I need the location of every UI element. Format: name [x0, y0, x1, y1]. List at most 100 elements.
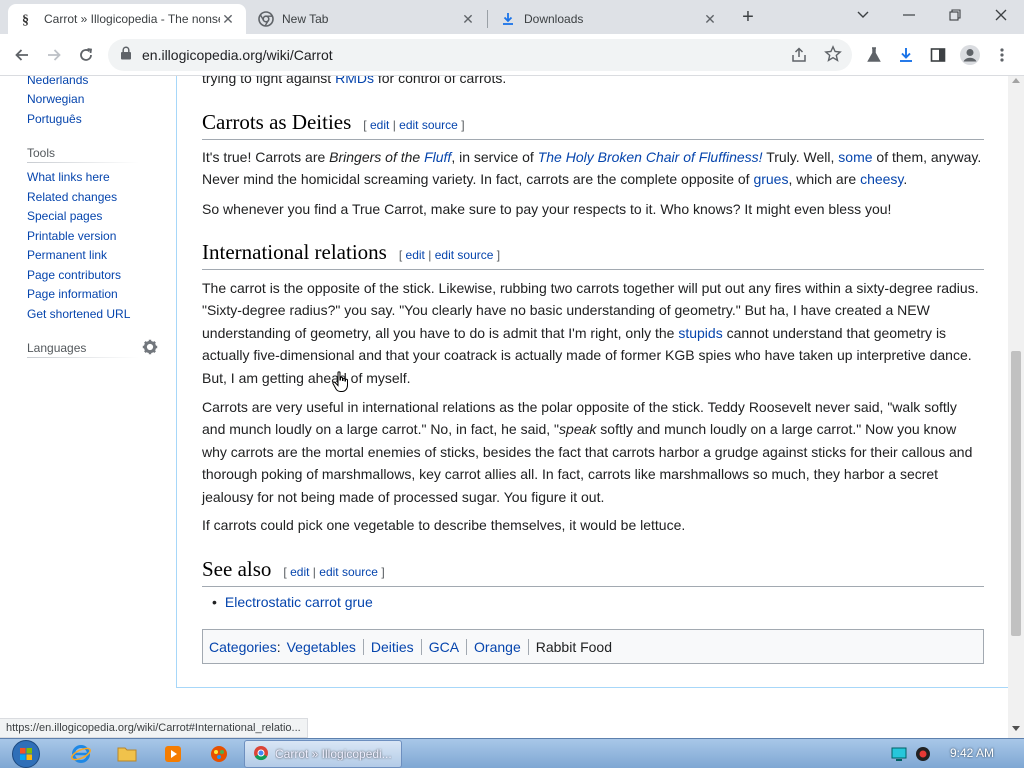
bracket: [ [283, 565, 287, 579]
categories-label-link[interactable]: Categories [209, 639, 277, 655]
link-holy-broken-chair[interactable]: The Holy Broken Chair of Fluffiness! [538, 149, 763, 165]
sidebar-item-printable-version[interactable]: Printable version [27, 229, 116, 243]
paragraph-fragment: trying to fight against RMDs for control… [202, 76, 984, 89]
sidebar-item-page-contributors[interactable]: Page contributors [27, 268, 121, 282]
category-orange[interactable]: Orange [474, 639, 521, 655]
close-window-button[interactable] [978, 0, 1024, 30]
paragraph-deities-2: So whenever you find a True Carrot, make… [202, 201, 892, 217]
edit-source-link[interactable]: edit source [399, 118, 458, 132]
tab-title: Carrot » Illogicopedia - The nonsensical… [44, 12, 220, 26]
heading-see-also: See also [ edit | edit source ] [202, 557, 984, 587]
page-viewport: Nederlands Norwegian Português Tools Wha… [0, 76, 1024, 738]
sidebar-heading-languages: Languages [27, 341, 87, 355]
forward-button[interactable] [40, 41, 68, 69]
text: , which are [788, 171, 861, 188]
sidebar-item-page-information[interactable]: Page information [27, 287, 118, 301]
category-vegetables[interactable]: Vegetables [287, 639, 356, 655]
minimize-button[interactable] [886, 0, 932, 30]
category-separator [527, 638, 529, 655]
back-button[interactable] [8, 41, 36, 69]
category-gca[interactable]: GCA [429, 639, 459, 655]
link-cheesy[interactable]: cheesy [860, 171, 903, 187]
tab-new-tab[interactable]: New Tab ✕ [246, 4, 486, 34]
sidebar-link-nederlands[interactable]: Nederlands [27, 76, 88, 87]
display-tray-icon[interactable] [891, 746, 907, 762]
bookmark-star-icon[interactable] [824, 45, 842, 68]
tab-downloads[interactable]: Downloads ✕ [488, 4, 728, 34]
new-tab-button[interactable]: + [736, 6, 760, 30]
vertical-scrollbar[interactable] [1008, 76, 1024, 738]
system-clock[interactable]: 9:42 AM [950, 746, 994, 760]
internet-explorer-icon[interactable] [68, 742, 94, 766]
tab-search-icon[interactable] [840, 0, 886, 30]
hand-cursor-icon [332, 371, 348, 392]
taskbar-item-title: Carrot » Illogicopedi... [275, 747, 392, 761]
sidebar-item-related-changes[interactable]: Related changes [27, 190, 117, 204]
link-some[interactable]: some [838, 149, 872, 165]
edit-link[interactable]: edit [290, 565, 309, 579]
heading-text: International relations [202, 240, 387, 264]
recording-tray-icon[interactable] [915, 746, 931, 762]
bracket: ] [496, 248, 501, 262]
address-bar[interactable]: en.illogicopedia.org/wiki/Carrot [108, 39, 852, 71]
category-rabbit-food[interactable]: Rabbit Food [536, 639, 612, 655]
text: Truly. Well, [762, 149, 839, 165]
sidebar-item-what-links-here[interactable]: What links here [27, 170, 110, 184]
edit-source-link[interactable]: edit source [319, 565, 378, 579]
taskbar-item-chrome[interactable]: Carrot » Illogicopedi... [244, 740, 402, 768]
text: , in service of [451, 149, 538, 165]
svg-text:§: § [22, 13, 29, 27]
sidebar-item-special-pages[interactable]: Special pages [27, 209, 102, 223]
edit-link[interactable]: edit [406, 248, 425, 262]
text: It's true! Carrots are [202, 149, 330, 165]
bracket: ] [381, 565, 385, 579]
link-stupids[interactable]: stupids [678, 325, 722, 341]
close-icon[interactable]: ✕ [702, 11, 718, 27]
tab-title: New Tab [282, 12, 329, 26]
profile-avatar-icon[interactable] [956, 41, 984, 69]
close-icon[interactable]: ✕ [460, 11, 476, 27]
sidebar-item-get-shortened-url[interactable]: Get shortened URL [27, 307, 130, 321]
category-deities[interactable]: Deities [371, 639, 414, 655]
media-player-icon[interactable] [160, 742, 186, 766]
restore-button[interactable] [932, 0, 978, 30]
link-grues[interactable]: grues [753, 171, 788, 187]
bracket: [ [363, 118, 367, 132]
share-icon[interactable] [790, 46, 808, 69]
link-rmds[interactable]: RMDs [335, 76, 374, 86]
edit-section-links: [ edit | edit source ] [283, 565, 384, 579]
text: trying to fight against [202, 76, 336, 86]
bracket: ] [461, 118, 465, 132]
file-explorer-icon[interactable] [114, 742, 140, 766]
link-fluff[interactable]: Fluff [424, 149, 451, 165]
tab-carrot[interactable]: § Carrot » Illogicopedia - The nonsensic… [8, 4, 246, 34]
gear-icon[interactable] [142, 339, 158, 360]
paragraph-intl-2: Carrots are very useful in international… [202, 396, 984, 508]
link-electrostatic-carrot-grue[interactable]: Electrostatic carrot grue [225, 594, 373, 610]
scrollbar-thumb[interactable] [1011, 351, 1021, 636]
sidebar-link-norwegian[interactable]: Norwegian [27, 92, 84, 106]
start-button[interactable] [8, 739, 44, 768]
reload-button[interactable] [72, 41, 100, 69]
extension-flask-icon[interactable] [860, 41, 888, 69]
sidebar-item-permanent-link[interactable]: Permanent link [27, 248, 107, 262]
download-icon[interactable] [892, 41, 920, 69]
side-panel-icon[interactable] [924, 41, 952, 69]
paragraph-intl-1: The carrot is the opposite of the stick.… [202, 277, 984, 389]
paint-app-icon[interactable] [206, 742, 232, 766]
tab-title: Downloads [524, 12, 584, 26]
heading-international-relations: International relations [ edit | edit sou… [202, 240, 984, 270]
windows-taskbar: Carrot » Illogicopedi... 9:42 AM [0, 738, 1024, 768]
scroll-up-arrow-icon[interactable] [1012, 78, 1020, 83]
edit-section-links: [ edit | edit source ] [399, 248, 500, 262]
lock-icon[interactable] [120, 46, 132, 65]
edit-source-link[interactable]: edit source [435, 248, 494, 262]
edit-link[interactable]: edit [370, 118, 389, 132]
scroll-down-arrow-icon[interactable] [1012, 726, 1020, 731]
bracket: [ [398, 248, 403, 262]
sidebar-divider [27, 357, 139, 358]
menu-kebab-icon[interactable] [988, 41, 1016, 69]
close-icon[interactable]: ✕ [220, 11, 236, 27]
sidebar-link-portugues[interactable]: Português [27, 112, 82, 126]
browser-toolbar: en.illogicopedia.org/wiki/Carrot [0, 34, 1024, 76]
